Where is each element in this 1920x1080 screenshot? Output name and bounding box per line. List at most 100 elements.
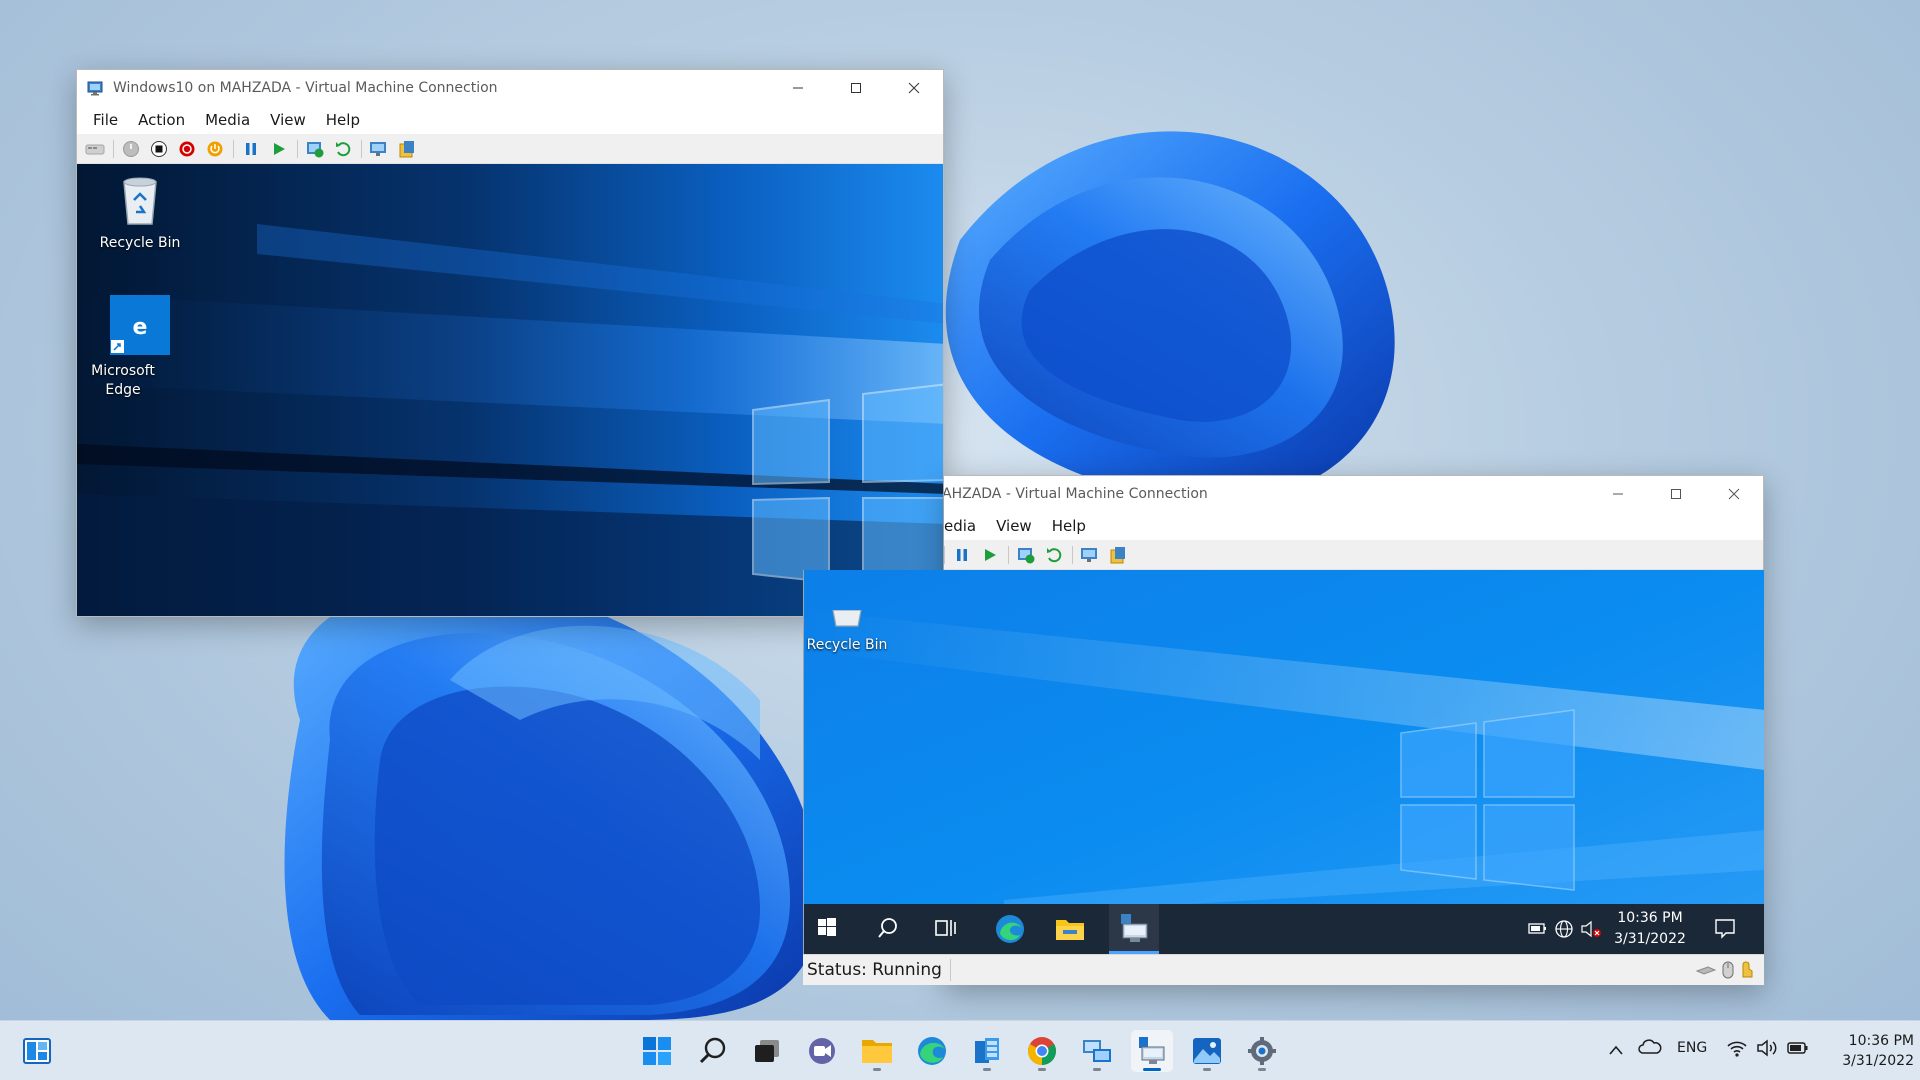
pause-icon: [957, 548, 967, 561]
taskbar-photos-button[interactable]: [1186, 1030, 1228, 1072]
guest-taskbar: 10:36 PM 3/31/2022: [804, 904, 1764, 954]
toolbar-separator: [1008, 545, 1009, 564]
recycle-bin-icon: [123, 177, 157, 225]
desktop-icon-recycle-bin[interactable]: Recycle Bin: [92, 172, 188, 253]
maximize-icon: [1671, 489, 1681, 499]
menu-media[interactable]: edia: [944, 517, 984, 535]
menu-file[interactable]: File: [85, 111, 126, 129]
guest-tray: 10:36 PM 3/31/2022: [1514, 904, 1754, 954]
vm-connection-icon: [1121, 914, 1148, 942]
stop-icon: [151, 140, 167, 157]
mouse-icon: [1722, 961, 1734, 979]
revert-button[interactable]: [331, 137, 355, 161]
menu-media[interactable]: Media: [197, 111, 258, 129]
enhanced-session-button[interactable]: [1078, 543, 1102, 567]
shut-down-button[interactable]: [175, 137, 199, 161]
share-button[interactable]: [1106, 543, 1130, 567]
checkpoint-icon: [1018, 547, 1035, 563]
toolbar: [77, 134, 943, 164]
menu-view[interactable]: View: [988, 517, 1040, 535]
checkpoint-button[interactable]: [1014, 543, 1038, 567]
title-bar[interactable]: Windows10 on MAHZADA - Virtual Machine C…: [77, 70, 943, 106]
ctrl-alt-del-button[interactable]: [83, 137, 107, 161]
minimize-button[interactable]: [1589, 476, 1647, 512]
lock-hand-icon: [1742, 961, 1753, 978]
taskbar-vm-connection-button[interactable]: [1131, 1030, 1173, 1072]
taskbar-edge-button[interactable]: [911, 1030, 953, 1072]
running-indicator: [983, 1068, 991, 1071]
checkpoint-button[interactable]: [303, 137, 327, 161]
start-icon: [643, 1037, 671, 1065]
revert-button[interactable]: [1042, 543, 1066, 567]
taskbar-network-app-button[interactable]: [1076, 1030, 1118, 1072]
taskbar-task-view-button[interactable]: [746, 1030, 788, 1072]
guest-clock[interactable]: 10:36 PM 3/31/2022: [1610, 908, 1690, 950]
windows-logo-icon: [818, 918, 836, 936]
guest-date: 3/31/2022: [1614, 931, 1686, 947]
start-vm-button[interactable]: [119, 137, 143, 161]
maximize-button[interactable]: [827, 70, 885, 106]
quick-settings-button[interactable]: [1726, 1038, 1810, 1058]
taskbar-start-button[interactable]: [636, 1030, 678, 1072]
title-bar[interactable]: AHZADA - Virtual Machine Connection: [944, 476, 1763, 512]
toolbar-separator: [361, 139, 362, 158]
guest-start-button[interactable]: [816, 916, 842, 942]
menu-action[interactable]: Action: [130, 111, 193, 129]
task-view-icon: [755, 1040, 779, 1062]
language-indicator[interactable]: ENG: [1677, 1040, 1707, 1056]
guest-notification-button[interactable]: [1714, 917, 1736, 943]
resume-button[interactable]: [267, 137, 291, 161]
turn-off-button[interactable]: [147, 137, 171, 161]
taskbar-chat-button[interactable]: [801, 1030, 843, 1072]
running-indicator: [873, 1068, 881, 1071]
close-icon: [1728, 488, 1740, 500]
taskbar-chrome-button[interactable]: [1021, 1030, 1063, 1072]
show-hidden-icons-button[interactable]: [1608, 1041, 1624, 1060]
desktop-icon-microsoft-edge[interactable]: e Microsoft Edge: [91, 294, 188, 400]
taskbar-search-button[interactable]: [692, 1030, 734, 1072]
photos-icon: [1193, 1038, 1221, 1064]
vm-screen-running[interactable]: Recycle Bin 10:36 PM 3/31/2022: [803, 570, 1764, 954]
running-indicator: [1093, 1068, 1101, 1071]
guest-edge-button[interactable]: [994, 913, 1026, 949]
vm-window-windows10[interactable]: Windows10 on MAHZADA - Virtual Machine C…: [76, 69, 944, 617]
guest-task-view-button[interactable]: [934, 916, 958, 944]
share-button[interactable]: [395, 137, 419, 161]
taskbar-hyper-v-manager-button[interactable]: [966, 1030, 1008, 1072]
resume-button[interactable]: [978, 543, 1002, 567]
widgets-button[interactable]: [16, 1030, 58, 1072]
guest-time: 10:36 PM: [1617, 910, 1683, 926]
running-indicator: [1203, 1068, 1211, 1071]
guest-search-button[interactable]: [876, 916, 900, 944]
maximize-button[interactable]: [1647, 476, 1705, 512]
close-button[interactable]: [1705, 476, 1763, 512]
task-view-icon: [935, 920, 956, 936]
desktop-icon-recycle-bin[interactable]: Recycle Bin: [804, 609, 895, 655]
close-button[interactable]: [885, 70, 943, 106]
guest-wallpaper-windows10-light: [804, 570, 1764, 954]
taskbar-settings-button[interactable]: [1241, 1030, 1283, 1072]
file-explorer-icon: [862, 1040, 892, 1063]
pause-icon: [246, 142, 256, 155]
onedrive-button[interactable]: [1638, 1039, 1662, 1059]
power-start-icon: [123, 140, 139, 157]
taskbar-file-explorer-button[interactable]: [856, 1030, 898, 1072]
enhanced-session-button[interactable]: [367, 137, 391, 161]
save-state-button[interactable]: [203, 137, 227, 161]
volume-icon: [1757, 1039, 1777, 1057]
power-orange-icon: [207, 141, 223, 156]
vm-screen-windows10[interactable]: Recycle Bin e Microsoft Edge: [77, 164, 943, 616]
menu-help[interactable]: Help: [1044, 517, 1094, 535]
desktop-icon-label: Microsoft Edge: [91, 363, 155, 398]
edge-icon: [918, 1037, 946, 1065]
pause-button[interactable]: [950, 543, 974, 567]
pause-button[interactable]: [239, 137, 263, 161]
host-clock[interactable]: 10:36 PM 3/31/2022: [1818, 1031, 1914, 1071]
guest-file-explorer-button[interactable]: [1054, 914, 1086, 948]
menu-view[interactable]: View: [262, 111, 314, 129]
menu-help[interactable]: Help: [318, 111, 368, 129]
guest-vm-app-button[interactable]: [1109, 904, 1159, 954]
ctrl-alt-del-icon: [85, 144, 105, 154]
menu-bar: File Action Media View Help: [77, 106, 943, 134]
minimize-button[interactable]: [769, 70, 827, 106]
